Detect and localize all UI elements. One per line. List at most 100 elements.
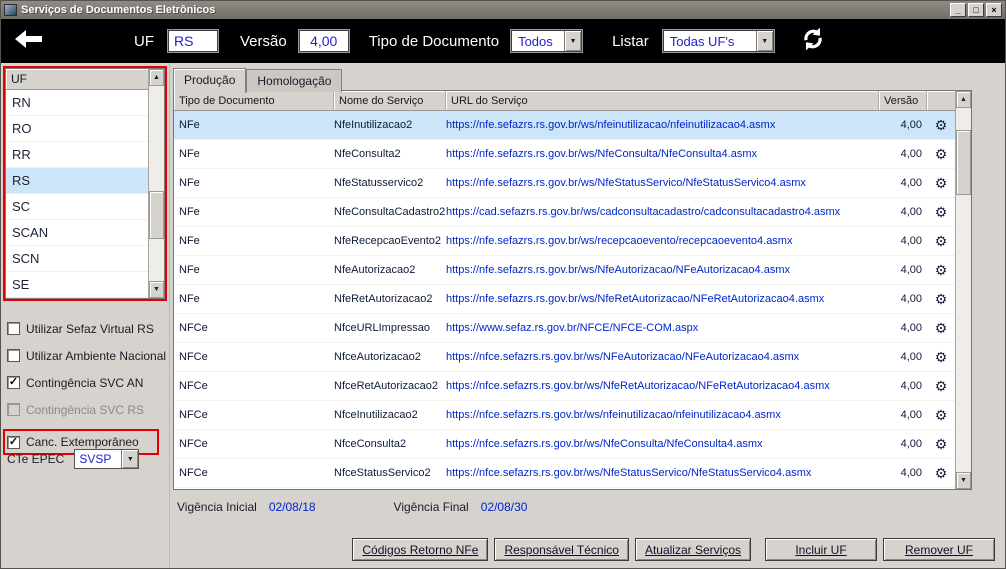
chevron-down-icon[interactable]: ▼ <box>121 450 139 468</box>
chevron-down-icon[interactable]: ▼ <box>755 31 773 51</box>
gear-icon[interactable]: ⚙ <box>927 263 955 277</box>
uf-listbox: UF RN RO RR RS SC SCAN SCN SE ▲ ▼ <box>5 68 165 299</box>
checkbox-row[interactable]: ✓ Contingência SVC AN <box>7 369 167 396</box>
scroll-down-icon[interactable]: ▼ <box>149 281 164 298</box>
uf-list-item-label: SE <box>12 277 30 292</box>
tab-homologacao[interactable]: Homologação <box>246 69 343 92</box>
checkbox[interactable] <box>7 322 20 335</box>
table-row[interactable]: NFe NfeConsultaCadastro2 https://cad.sef… <box>174 198 955 227</box>
cell-url-servico: https://nfe.sefazrs.rs.gov.br/ws/NfeStat… <box>446 177 806 189</box>
checkbox-row[interactable]: Utilizar Sefaz Virtual RS <box>7 315 167 342</box>
uf-list-item[interactable]: RN <box>6 90 148 116</box>
uf-list-header[interactable]: UF <box>6 69 148 90</box>
refresh-button[interactable] <box>800 26 826 57</box>
table-row[interactable]: NFCe NfceURLImpressao https://www.sefaz.… <box>174 314 955 343</box>
scrollbar-thumb[interactable] <box>149 191 164 239</box>
scroll-down-icon[interactable]: ▼ <box>956 472 971 489</box>
cte-epec-select[interactable]: SVSP ▼ <box>74 449 140 469</box>
scrollbar-track[interactable] <box>956 108 971 472</box>
uf-list-item[interactable]: SE <box>6 272 148 298</box>
table-row[interactable]: NFCe NfceRetAutorizacao2 https://nfce.se… <box>174 372 955 401</box>
uf-list-item[interactable]: SCN <box>6 246 148 272</box>
gear-icon[interactable]: ⚙ <box>927 176 955 190</box>
footer-button[interactable]: Remover UF <box>883 538 995 561</box>
cell-nome-servico: NfceAutorizacao2 <box>334 351 421 363</box>
close-button[interactable]: × <box>986 3 1002 17</box>
gear-icon[interactable]: ⚙ <box>927 379 955 393</box>
table-scrollbar[interactable]: ▲ ▼ <box>955 91 971 489</box>
table-row[interactable]: NFe NfeRecepcaoEvento2 https://nfe.sefaz… <box>174 227 955 256</box>
uf-list-scrollbar[interactable]: ▲ ▼ <box>148 69 164 298</box>
uf-list-item[interactable]: SCAN <box>6 220 148 246</box>
tab-producao[interactable]: Produção <box>173 68 247 93</box>
checkbox[interactable]: ✓ <box>7 435 20 449</box>
table-row[interactable]: NFe NfeStatusservico2 https://nfe.sefazr… <box>174 169 955 198</box>
versao-input[interactable]: 4,00 <box>298 30 349 52</box>
footer-buttons: Códigos Retorno NFe Responsável Técnico … <box>352 538 995 561</box>
uf-list-item-label: RR <box>12 147 31 162</box>
cell-versao: 4,00 <box>900 322 922 334</box>
listar-select[interactable]: Todas UF's ▼ <box>662 30 774 52</box>
app-window: Serviços de Documentos Eletrônicos _ □ ×… <box>0 0 1006 569</box>
table-row[interactable]: NFe NfeAutorizacao2 https://nfe.sefazrs.… <box>174 256 955 285</box>
uf-list-item[interactable]: RS <box>6 168 148 194</box>
footer-button[interactable]: Responsável Técnico <box>494 538 629 561</box>
scroll-up-icon[interactable]: ▲ <box>956 91 971 108</box>
footer-button[interactable]: Códigos Retorno NFe <box>352 538 489 561</box>
gear-icon[interactable]: ⚙ <box>927 205 955 219</box>
scrollbar-track[interactable] <box>149 86 164 281</box>
col-header-versao[interactable]: Versão <box>879 91 927 110</box>
listar-value: Todas UF's <box>669 33 735 49</box>
gear-icon[interactable]: ⚙ <box>927 408 955 422</box>
checkbox[interactable] <box>7 349 20 362</box>
uf-list-item-label: RN <box>12 95 31 110</box>
chevron-down-icon[interactable]: ▼ <box>564 31 582 51</box>
cell-tipo-documento: NFCe <box>179 351 208 363</box>
cte-epec-label: CTe EPEC <box>7 452 65 466</box>
table-content: Tipo de Documento Nome do Serviço URL do… <box>174 91 955 489</box>
gear-icon[interactable]: ⚙ <box>927 118 955 132</box>
scrollbar-thumb[interactable] <box>956 130 971 195</box>
uf-input[interactable]: RS <box>168 30 218 52</box>
gear-icon[interactable]: ⚙ <box>927 292 955 306</box>
title-bar[interactable]: Serviços de Documentos Eletrônicos _ □ × <box>1 1 1005 19</box>
gear-icon[interactable]: ⚙ <box>927 466 955 480</box>
table-row[interactable]: NFCe NfceStatusServico2 https://nfce.sef… <box>174 459 955 488</box>
footer-button[interactable]: Incluir UF <box>765 538 877 561</box>
sidebar: UF RN RO RR RS SC SCAN SCN SE ▲ ▼ Utiliz… <box>1 63 169 568</box>
checkbox[interactable]: ✓ <box>7 376 20 389</box>
gear-icon[interactable]: ⚙ <box>927 147 955 161</box>
table-row[interactable]: NFe NfeRetAutorizacao2 https://nfe.sefaz… <box>174 285 955 314</box>
checkbox-row[interactable]: Contingência SVC RS <box>7 396 167 423</box>
table-row[interactable]: NFCe NfceConsulta2 https://nfce.sefazrs.… <box>174 430 955 459</box>
gear-icon[interactable]: ⚙ <box>927 437 955 451</box>
back-button[interactable] <box>15 29 42 53</box>
table-row[interactable]: NFCe NfceAutorizacao2 https://nfce.sefaz… <box>174 343 955 372</box>
cell-url-servico: https://nfe.sefazrs.rs.gov.br/ws/nfeinut… <box>446 119 776 131</box>
uf-list-item[interactable]: SC <box>6 194 148 220</box>
cell-url-servico: https://nfe.sefazrs.rs.gov.br/ws/recepca… <box>446 235 793 247</box>
table-row[interactable]: NFe NfeInutilizacao2 https://nfe.sefazrs… <box>174 111 955 140</box>
tipo-documento-select[interactable]: Todos ▼ <box>511 30 583 52</box>
table-row[interactable]: NFe NfeConsulta2 https://nfe.sefazrs.rs.… <box>174 140 955 169</box>
gear-icon[interactable]: ⚙ <box>927 350 955 364</box>
table-row[interactable]: NFCe NfceInutilizacao2 https://nfce.sefa… <box>174 401 955 430</box>
checkbox-label: Contingência SVC RS <box>26 402 145 417</box>
col-header-tipo-documento[interactable]: Tipo de Documento <box>174 91 334 110</box>
minimize-button[interactable]: _ <box>950 3 966 17</box>
uf-list-item[interactable]: RO <box>6 116 148 142</box>
col-header-url-servico[interactable]: URL do Serviço <box>446 91 879 110</box>
tipo-documento-label: Tipo de Documento <box>368 32 500 50</box>
gear-icon[interactable]: ⚙ <box>927 321 955 335</box>
uf-list-item[interactable]: RR <box>6 142 148 168</box>
cell-tipo-documento: NFe <box>179 177 200 189</box>
col-header-nome-servico[interactable]: Nome do Serviço <box>334 91 446 110</box>
footer-button[interactable]: Atualizar Serviços <box>634 538 751 561</box>
cell-tipo-documento: NFe <box>179 206 200 218</box>
checkbox[interactable] <box>7 403 20 416</box>
checkbox-row[interactable]: Utilizar Ambiente Nacional <box>7 342 167 369</box>
scroll-up-icon[interactable]: ▲ <box>149 69 164 86</box>
maximize-button[interactable]: □ <box>968 3 984 17</box>
gear-icon[interactable]: ⚙ <box>927 234 955 248</box>
cell-url-servico: https://cad.sefazrs.rs.gov.br/ws/cadcons… <box>446 206 841 218</box>
